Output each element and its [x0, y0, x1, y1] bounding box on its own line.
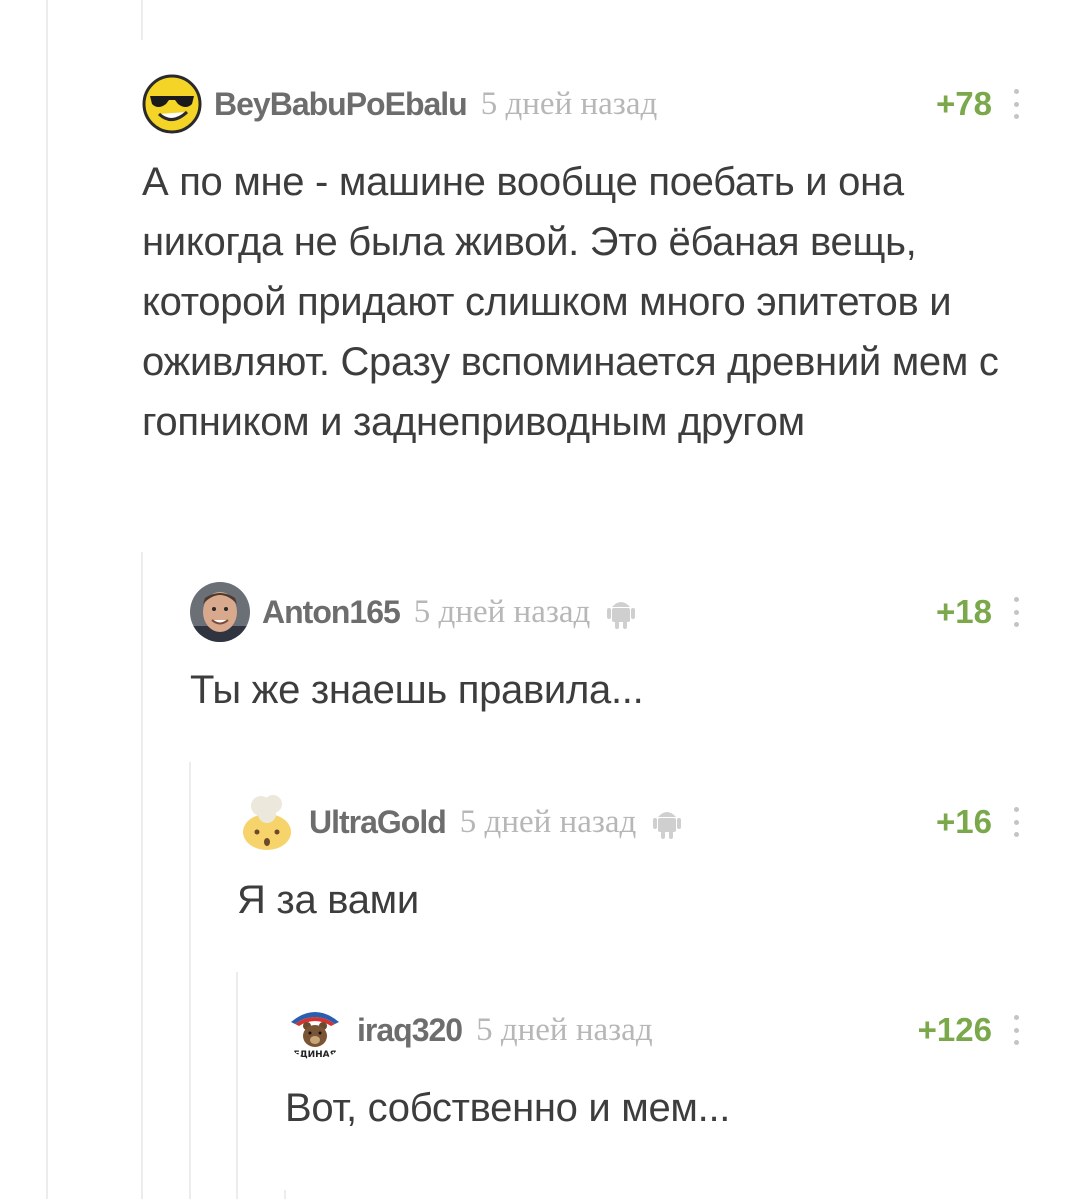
more-options-icon[interactable]	[1012, 807, 1020, 837]
thread-line-0	[46, 0, 48, 1199]
sunglasses-smiley-icon	[142, 74, 202, 134]
comment-rating: +16	[936, 803, 992, 840]
comment-author[interactable]: UltraGold	[309, 804, 447, 841]
comment: Anton165 5 дней назад +18 Ты же знаешь п…	[190, 580, 1020, 720]
comment-rating: +18	[936, 593, 992, 630]
avatar[interactable]	[237, 792, 297, 852]
avatar[interactable]: ЕДИНАЯ	[285, 1000, 345, 1060]
comment-text: Вот, собственно и мем...	[285, 1086, 731, 1130]
man-photo-avatar	[190, 582, 250, 642]
comment-author[interactable]: iraq320	[357, 1012, 463, 1049]
comment: UltraGold 5 дней назад +16 Я за вами	[237, 790, 1020, 930]
party-bear-logo-icon: ЕДИНАЯ	[285, 1000, 345, 1060]
more-options-icon[interactable]	[1012, 597, 1020, 627]
comment-header: Anton165 5 дней назад +18	[190, 580, 1020, 644]
thread-line-3	[189, 762, 191, 1199]
comment: ЕДИНАЯ iraq320 5 дней назад +126 Вот, со…	[285, 998, 1020, 1138]
android-icon	[652, 804, 682, 840]
thread-line-4	[236, 972, 238, 1199]
comment-author[interactable]: Anton165	[262, 594, 401, 631]
comment-time: 5 дней назад	[476, 1011, 653, 1048]
comment-time: 5 дней назад	[413, 593, 591, 630]
comment-header: BeyBabuPoEbalu 5 дней назад +78	[142, 72, 1020, 136]
comment-rating: +78	[936, 85, 992, 122]
comment: BeyBabuPoEbalu 5 дней назад +78 А по мне…	[142, 72, 1020, 452]
more-options-icon[interactable]	[1012, 1015, 1020, 1045]
thread-line-5	[284, 1190, 286, 1199]
comment-rating: +126	[917, 1011, 992, 1048]
comment-time: 5 дней назад	[480, 85, 658, 122]
comment-author[interactable]: BeyBabuPoEbalu	[214, 86, 468, 123]
more-options-icon[interactable]	[1012, 89, 1020, 119]
comment-header: UltraGold 5 дней назад +16	[237, 790, 1020, 854]
comment-header: ЕДИНАЯ iraq320 5 дней назад +126	[285, 998, 1020, 1062]
thread-line-2	[141, 552, 143, 1199]
thread-line-1	[141, 0, 143, 40]
exploding-head-icon	[237, 792, 297, 852]
comment-text: А по мне - машине вообще поебать и она н…	[142, 160, 999, 444]
android-icon	[606, 594, 636, 630]
comment-text: Я за вами	[237, 878, 419, 922]
comment-time: 5 дней назад	[459, 803, 637, 840]
avatar-caption: ЕДИНАЯ	[293, 1050, 336, 1060]
avatar[interactable]	[142, 74, 202, 134]
comment-text: Ты же знаешь правила...	[190, 668, 644, 712]
avatar[interactable]	[190, 582, 250, 642]
